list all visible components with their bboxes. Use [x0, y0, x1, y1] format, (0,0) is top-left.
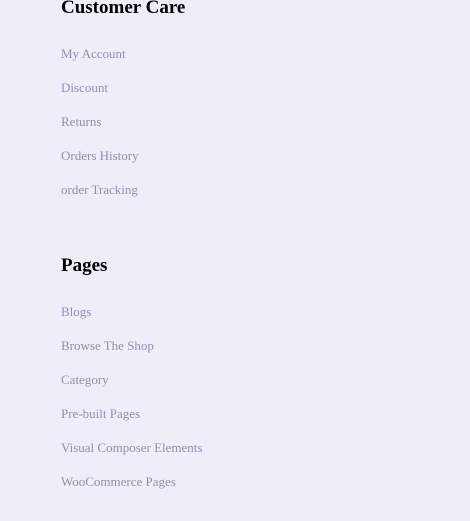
- pre-built-pages-link[interactable]: Pre-built Pages: [61, 406, 140, 421]
- list-item: Visual Composer Elements: [61, 440, 202, 474]
- returns-link[interactable]: Returns: [61, 114, 101, 129]
- my-account-link[interactable]: My Account: [61, 46, 126, 61]
- list-item: Category: [61, 372, 202, 406]
- customer-care-link-list: My Account Discount Returns Orders Histo…: [61, 46, 185, 216]
- pages-link-list: Blogs Browse The Shop Category Pre-built…: [61, 304, 202, 508]
- woocommerce-pages-link[interactable]: WooCommerce Pages: [61, 474, 176, 489]
- order-tracking-link[interactable]: order Tracking: [61, 182, 138, 197]
- list-item: Blogs: [61, 304, 202, 338]
- blogs-link[interactable]: Blogs: [61, 304, 91, 319]
- discount-link[interactable]: Discount: [61, 80, 108, 95]
- list-item: Discount: [61, 80, 185, 114]
- customer-care-section: Customer Care My Account Discount Return…: [61, 0, 185, 216]
- list-item: My Account: [61, 46, 185, 80]
- visual-composer-elements-link[interactable]: Visual Composer Elements: [61, 440, 202, 455]
- list-item: order Tracking: [61, 182, 185, 216]
- customer-care-heading: Customer Care: [61, 0, 186, 18]
- category-link[interactable]: Category: [61, 372, 109, 387]
- orders-history-link[interactable]: Orders History: [61, 148, 139, 163]
- list-item: Browse The Shop: [61, 338, 202, 372]
- list-item: Orders History: [61, 148, 185, 182]
- list-item: Returns: [61, 114, 185, 148]
- list-item: Pre-built Pages: [61, 406, 202, 440]
- pages-section: Pages Blogs Browse The Shop Category Pre…: [61, 254, 202, 508]
- pages-heading: Pages: [61, 255, 108, 276]
- browse-the-shop-link[interactable]: Browse The Shop: [61, 338, 154, 353]
- list-item: WooCommerce Pages: [61, 474, 202, 508]
